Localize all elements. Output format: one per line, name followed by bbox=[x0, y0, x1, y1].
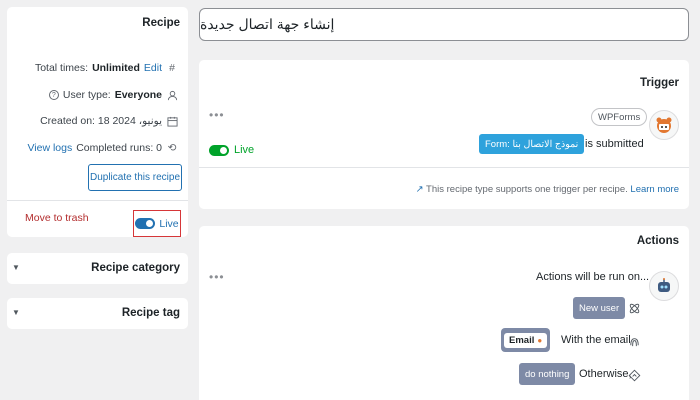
recipe-title-input[interactable]: إنشاء جهة اتصال جديدة bbox=[199, 8, 689, 41]
otherwise-text: Otherwise, bbox=[579, 368, 632, 380]
email-token-wrapper[interactable]: Email ● bbox=[501, 328, 551, 352]
trigger-note-text: This recipe type supports one trigger pe… bbox=[426, 184, 628, 195]
toggle-switch-icon bbox=[209, 144, 229, 156]
do-nothing-chip[interactable]: do nothing bbox=[519, 363, 576, 385]
email-token-label: Email bbox=[509, 334, 535, 346]
total-times-value: Unlimited bbox=[92, 62, 140, 74]
recipe-divider bbox=[7, 200, 188, 201]
move-to-trash-link[interactable]: Move to trash bbox=[25, 212, 89, 224]
recipe-live-toggle[interactable]: Live bbox=[133, 210, 181, 237]
duplicate-recipe-button[interactable]: Duplicate this recipe bbox=[88, 164, 182, 191]
edit-total-times-link[interactable]: Edit bbox=[144, 62, 162, 74]
user-icon bbox=[166, 89, 178, 101]
more-options-icon[interactable]: ••• bbox=[209, 108, 225, 122]
with-email-text: With the email bbox=[561, 334, 631, 346]
external-link-icon: ↗ bbox=[415, 184, 424, 195]
refresh-icon: ⟲ bbox=[167, 142, 177, 154]
recipe-panel-title: Recipe bbox=[142, 17, 180, 29]
recipe-panel: Recipe Total times: Unlimited Edit # ? U… bbox=[7, 7, 188, 237]
fingerprint-icon bbox=[627, 334, 641, 348]
actions-heading: Actions bbox=[636, 235, 679, 247]
recipe-category-section[interactable]: ▼ Recipe category bbox=[7, 253, 188, 284]
recipe-live-label: Live bbox=[159, 217, 179, 230]
form-token-chip[interactable]: Form: نموذج الاتصال بنا bbox=[479, 134, 585, 154]
trigger-live-toggle[interactable]: Live bbox=[209, 144, 254, 156]
trigger-live-label: Live bbox=[234, 144, 255, 156]
new-user-chip[interactable]: New user bbox=[573, 297, 626, 319]
created-on-row: Created on: 18 يونيو، 2024 bbox=[40, 115, 178, 127]
user-type-value: Everyone bbox=[114, 89, 162, 101]
diamond-arrow-icon bbox=[627, 368, 641, 382]
total-times-label: Total times: bbox=[34, 62, 89, 74]
run-on-text: Actions will be run on... bbox=[536, 271, 650, 283]
more-options-icon[interactable]: ••• bbox=[209, 270, 225, 284]
trigger-divider bbox=[199, 167, 689, 168]
total-times-row: Total times: Unlimited Edit # bbox=[35, 62, 178, 74]
created-on-text: Created on: 18 يونيو، 2024 bbox=[40, 115, 162, 127]
calendar-icon bbox=[166, 115, 178, 127]
trigger-panel: Trigger ••• WPForms Form: نموذج الاتصال … bbox=[199, 60, 689, 209]
integration-chip: WPForms bbox=[591, 108, 648, 126]
trigger-suffix-text: is submitted bbox=[585, 138, 644, 150]
user-type-label: User type: bbox=[62, 89, 111, 101]
recipe-category-title: Recipe category bbox=[91, 262, 180, 274]
completed-runs-row: View logs Completed runs: 0 ⟲ bbox=[27, 142, 178, 154]
user-type-row: ? User type: Everyone bbox=[48, 89, 178, 101]
wpforms-bear-icon bbox=[649, 110, 679, 140]
wpforms-mini-icon: ● bbox=[537, 335, 543, 345]
robot-icon bbox=[649, 271, 679, 301]
caret-down-icon: ▼ bbox=[12, 263, 20, 272]
actions-panel: Actions ••• Actions will be run on... Ne… bbox=[199, 226, 689, 400]
recipe-tag-title: Recipe tag bbox=[121, 307, 180, 319]
view-logs-link[interactable]: View logs bbox=[27, 142, 72, 154]
recipe-tag-section[interactable]: ▼ Recipe tag bbox=[7, 298, 188, 329]
toggle-switch-icon bbox=[135, 218, 156, 229]
trigger-note: ↗ This recipe type supports one trigger … bbox=[416, 184, 679, 195]
hash-icon: # bbox=[169, 62, 175, 74]
trigger-heading: Trigger bbox=[640, 77, 679, 89]
completed-runs-text: Completed runs: 0 bbox=[76, 142, 162, 154]
atom-icon bbox=[627, 301, 641, 315]
learn-more-link[interactable]: Learn more bbox=[630, 184, 679, 195]
help-icon[interactable]: ? bbox=[48, 90, 59, 100]
caret-down-icon: ▼ bbox=[12, 308, 20, 317]
